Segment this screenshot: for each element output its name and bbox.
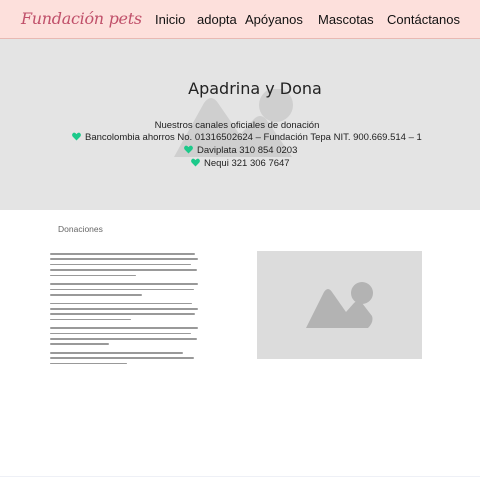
donation-line-bancolombia: Bancolombia ahorros No. 01316502624 – Fu… bbox=[72, 132, 422, 143]
page-divider bbox=[0, 476, 480, 477]
text-paragraph bbox=[50, 327, 198, 346]
nav-link-mascotas[interactable]: Mascotas bbox=[318, 12, 374, 27]
nav-link-contactanos[interactable]: Contáctanos bbox=[387, 12, 460, 27]
donations-text-block bbox=[50, 253, 198, 371]
image-placeholder bbox=[257, 251, 422, 359]
donation-text: Nequi 321 306 7647 bbox=[204, 158, 290, 169]
nav-link-inicio[interactable]: Inicio bbox=[155, 12, 185, 27]
text-paragraph bbox=[50, 283, 198, 296]
hero-subtitle: Nuestros canales oficiales de donación bbox=[154, 120, 320, 131]
navbar: Fundación pets Inicio adopta Apóyanos Ma… bbox=[0, 0, 480, 39]
hero-title: Apadrina y Dona bbox=[188, 79, 322, 98]
nav-link-apoyanos[interactable]: Apóyanos bbox=[245, 12, 303, 27]
text-paragraph bbox=[50, 253, 198, 277]
donations-title: Donaciones bbox=[58, 224, 103, 234]
nav-link-adopta[interactable]: adopta bbox=[197, 12, 237, 27]
text-paragraph bbox=[50, 302, 198, 321]
donation-line-nequi: Nequi 321 306 7647 bbox=[191, 158, 290, 169]
logo[interactable]: Fundación pets bbox=[21, 9, 142, 28]
heart-icon bbox=[72, 132, 81, 141]
donation-text: Daviplata 310 854 0203 bbox=[197, 145, 298, 156]
donation-text: Bancolombia ahorros No. 01316502624 – Fu… bbox=[85, 132, 422, 143]
image-placeholder-icon bbox=[306, 282, 373, 328]
hero-section: Apadrina y Dona Nuestros canales oficial… bbox=[0, 39, 480, 210]
text-paragraph bbox=[50, 352, 198, 365]
heart-icon bbox=[184, 145, 193, 154]
donation-line-daviplata: Daviplata 310 854 0203 bbox=[184, 145, 297, 156]
heart-icon bbox=[191, 158, 200, 167]
